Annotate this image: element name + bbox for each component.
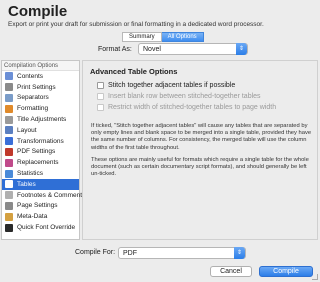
format-select[interactable]: Novel ⇕: [138, 43, 248, 55]
sidebar-item-label: Contents: [17, 72, 44, 80]
dialog-title: Compile: [8, 3, 68, 20]
page-settings-icon: [5, 201, 13, 210]
print-settings-icon: [5, 83, 13, 92]
checkbox: [97, 104, 104, 111]
sidebar-item-label: Title Adjustments: [17, 116, 67, 124]
sidebar-item-replacements[interactable]: Replacements: [2, 157, 79, 168]
dialog-header: Compile Export or print your draft for s…: [0, 0, 320, 42]
option-insert-blank-row: Insert blank row between stitched-togeth…: [97, 93, 261, 100]
tab-all-options[interactable]: All Options: [161, 32, 204, 42]
sidebar-item-label: Transformations: [17, 137, 64, 145]
sidebar-item-label: Quick Font Override: [17, 224, 76, 232]
sidebar-item-layout[interactable]: Layout: [2, 125, 79, 136]
checkbox[interactable]: [97, 82, 104, 89]
meta-data-icon: [5, 212, 13, 221]
formatting-icon: [5, 104, 13, 113]
format-label: Format As:: [98, 46, 132, 53]
dialog-subtitle: Export or print your draft for submissio…: [8, 21, 264, 28]
sidebar-item-meta-data[interactable]: Meta-Data: [2, 211, 79, 222]
tables-options-panel: Advanced Table Options Stitch together a…: [82, 60, 318, 240]
sidebar-item-label: Footnotes & Comments: [17, 191, 86, 199]
sidebar-item-statistics[interactable]: Statistics: [2, 168, 79, 179]
sidebar-item-transformations[interactable]: Transformations: [2, 136, 79, 147]
separators-icon: [5, 93, 13, 102]
format-row: Format As: Novel ⇕: [0, 43, 320, 57]
pdf-settings-icon: [5, 147, 13, 156]
option-restrict-width: Restrict width of stitched-together tabl…: [97, 104, 276, 111]
compile-for-value: PDF: [123, 250, 137, 257]
footnotes-comments-icon: [5, 191, 13, 200]
compile-for-select[interactable]: PDF ⇕: [118, 247, 246, 259]
sidebar-item-formatting[interactable]: Formatting: [2, 103, 79, 114]
sidebar-item-separators[interactable]: Separators: [2, 93, 79, 104]
cancel-button[interactable]: Cancel: [210, 266, 252, 277]
option-stitch-tables[interactable]: Stitch together adjacent tables if possi…: [97, 82, 235, 89]
sidebar-item-page-settings[interactable]: Page Settings: [2, 201, 79, 212]
sidebar-item-contents[interactable]: Contents: [2, 71, 79, 82]
sidebar-item-label: PDF Settings: [17, 148, 56, 156]
title-adjustments-icon: [5, 115, 13, 124]
transformations-icon: [5, 137, 13, 146]
sidebar-item-label: Separators: [17, 94, 49, 102]
sidebar-item-label: Replacements: [17, 159, 59, 167]
chevron-updown-icon: ⇕: [234, 247, 245, 259]
sidebar-header: Compilation Options: [2, 61, 79, 71]
view-tabs: Summary All Options: [122, 32, 204, 42]
sidebar-item-label: Print Settings: [17, 83, 56, 91]
sidebar-list: Contents Print Settings Separators Formatti…: [2, 71, 85, 233]
option-label: Insert blank row between stitched-togeth…: [108, 93, 261, 100]
sidebar-item-label: Layout: [17, 126, 37, 134]
resize-handle[interactable]: [312, 274, 318, 280]
layout-icon: [5, 126, 13, 135]
tables-icon: [5, 180, 13, 189]
sidebar-item-tables[interactable]: Tables: [2, 178, 79, 190]
compile-button[interactable]: Compile: [259, 266, 313, 277]
option-label: Stitch together adjacent tables if possi…: [108, 82, 236, 89]
sidebar-item-pdf-settings[interactable]: PDF Settings: [2, 147, 79, 158]
tab-summary[interactable]: Summary: [122, 32, 162, 42]
statistics-icon: [5, 169, 13, 178]
format-value: Novel: [143, 46, 161, 53]
dialog-footer: Compile For: PDF ⇕ Cancel Compile: [0, 244, 320, 282]
compilation-options-sidebar: Compilation Options Contents Print Settin…: [1, 60, 85, 240]
quick-font-override-icon: [5, 223, 13, 232]
sidebar-item-quick-font-override[interactable]: Quick Font Override: [2, 222, 79, 233]
contents-icon: [5, 72, 13, 81]
chevron-updown-icon: ⇕: [236, 43, 247, 55]
checkbox: [97, 93, 104, 100]
sidebar-item-label: Tables: [17, 180, 36, 188]
description-stitch: If ticked, "Stitch together adjacent tab…: [91, 123, 312, 151]
sidebar-item-footnotes-comments[interactable]: Footnotes & Comments: [2, 190, 85, 201]
compile-for-label: Compile For:: [75, 249, 116, 256]
replacements-icon: [5, 158, 13, 167]
sidebar-item-title-adjustments[interactable]: Title Adjustments: [2, 114, 79, 125]
panel-title: Advanced Table Options: [90, 67, 178, 76]
description-usage: These options are mainly useful for form…: [91, 157, 309, 178]
sidebar-item-label: Statistics: [17, 170, 44, 178]
sidebar-item-label: Page Settings: [17, 202, 58, 210]
sidebar-item-label: Formatting: [17, 105, 49, 113]
sidebar-item-label: Meta-Data: [17, 213, 48, 221]
option-label: Restrict width of stitched-together tabl…: [108, 104, 277, 111]
sidebar-item-print-settings[interactable]: Print Settings: [2, 82, 79, 93]
